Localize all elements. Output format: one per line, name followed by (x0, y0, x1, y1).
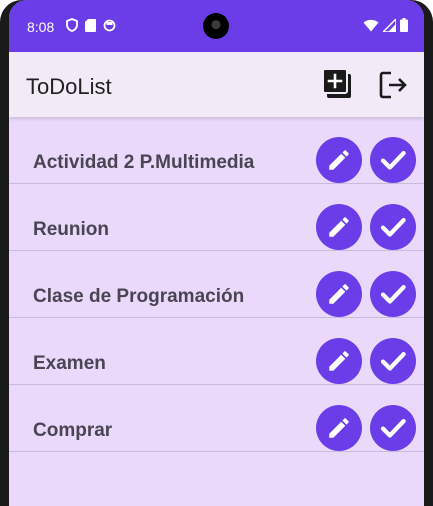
logout-icon (379, 71, 407, 99)
complete-task-button[interactable] (370, 204, 416, 250)
battery-icon (400, 18, 408, 32)
sync-icon (103, 19, 116, 31)
app-bar: ToDoList (9, 52, 424, 117)
status-bar: 8:08 (9, 0, 424, 52)
task-row: Reunion (9, 184, 424, 251)
pencil-icon (329, 217, 349, 237)
pencil-icon (329, 351, 349, 371)
task-label: Clase de Programación (33, 286, 245, 307)
pencil-icon (329, 150, 349, 170)
task-list: Actividad 2 P.Multimedia Reunion Clase d… (9, 117, 424, 452)
checkmark-icon (380, 218, 406, 237)
task-label: Actividad 2 P.Multimedia (33, 152, 255, 173)
checkmark-icon (380, 352, 406, 371)
complete-task-button[interactable] (370, 338, 416, 384)
signal-icon (383, 18, 396, 32)
checkmark-icon (380, 285, 406, 304)
status-icons-right (363, 18, 408, 32)
edit-task-button[interactable] (316, 137, 362, 183)
pencil-icon (329, 284, 349, 304)
add-task-icon (322, 68, 351, 98)
task-label: Comprar (33, 420, 113, 441)
task-label: Reunion (33, 219, 109, 240)
edit-task-button[interactable] (316, 204, 362, 250)
status-time: 8:08 (27, 19, 55, 35)
edit-task-button[interactable] (316, 271, 362, 317)
checkmark-icon (380, 419, 406, 438)
app-title: ToDoList (26, 74, 112, 99)
edit-task-button[interactable] (316, 338, 362, 384)
complete-task-button[interactable] (370, 405, 416, 451)
task-row: Actividad 2 P.Multimedia (9, 117, 424, 184)
shield-icon (66, 18, 78, 32)
task-row: Clase de Programación (9, 251, 424, 318)
pencil-icon (329, 418, 349, 438)
add-task-button[interactable] (321, 67, 355, 101)
task-row: Comprar (9, 385, 424, 452)
complete-task-button[interactable] (370, 137, 416, 183)
wifi-icon (363, 19, 379, 31)
task-row: Examen (9, 318, 424, 385)
sd-card-icon (85, 18, 96, 32)
status-icons-left (66, 18, 116, 32)
complete-task-button[interactable] (370, 271, 416, 317)
edit-task-button[interactable] (316, 405, 362, 451)
task-label: Examen (33, 353, 106, 374)
device-frame: 8:08 ToDoList Actividad 2 P.Multimedia R… (0, 0, 433, 506)
camera-cutout (203, 13, 229, 39)
logout-button[interactable] (378, 69, 410, 101)
checkmark-icon (380, 151, 406, 170)
screen: 8:08 ToDoList Actividad 2 P.Multimedia R… (9, 0, 424, 506)
